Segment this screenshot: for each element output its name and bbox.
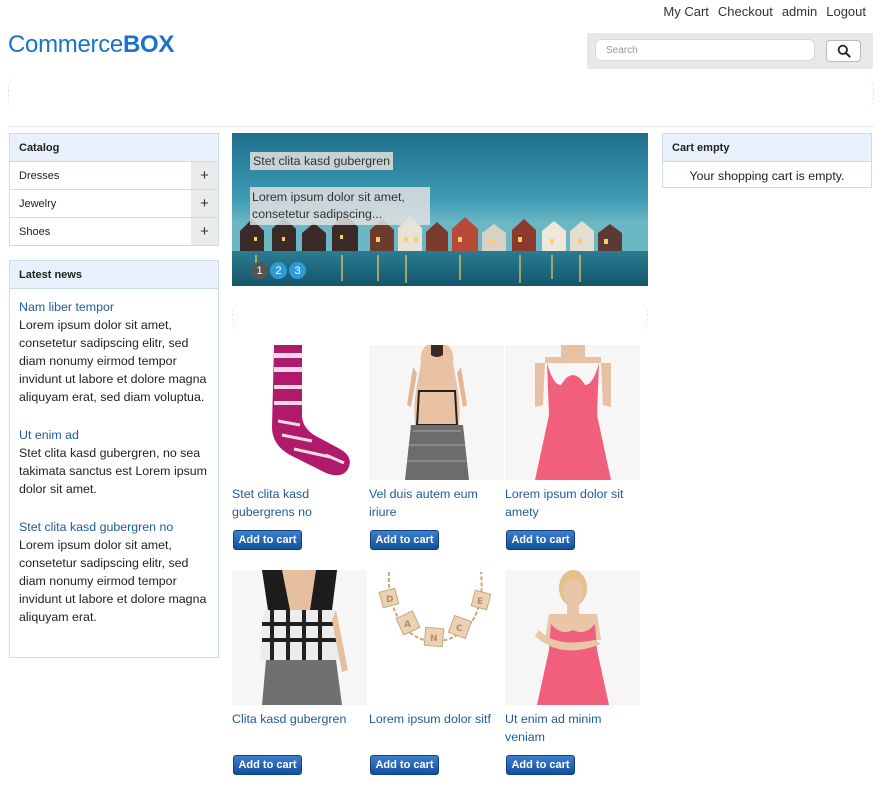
product-image[interactable] [232,570,367,705]
account-link[interactable]: admin [782,4,817,19]
product-image[interactable] [505,345,640,480]
news-list: Nam liber tempor Lorem ipsum dolor sit a… [10,289,218,626]
cart-empty-message: Your shopping cart is empty. [689,169,845,183]
add-to-cart-button[interactable]: Add to cart [370,755,439,775]
product-name[interactable]: Vel duis autem eum iriure [369,485,505,525]
product-image[interactable] [369,344,504,480]
add-to-cart-button[interactable]: Add to cart [506,755,575,775]
product-name[interactable]: Ut enim ad minim veniam [505,710,641,750]
product-card: D A N C E Lorem ipsum dolor sitf Add to cart [369,570,505,775]
news-item-title[interactable]: Nam liber tempor [19,298,209,316]
content-placeholder [232,302,648,332]
news-item-title[interactable]: Stet clita kasd gubergren no [19,518,209,536]
product-card: Lorem ipsum dolor sit amety Add to cart [505,345,641,550]
catalog-box: Catalog Dresses + Jewelry + Shoes + [9,133,219,246]
news-title: Latest news [10,261,218,289]
product-image[interactable]: D A N C E [369,570,504,705]
product-image[interactable] [232,345,367,480]
news-item-title[interactable]: Ut enim ad [19,426,209,444]
svg-text:D: D [386,595,393,605]
slider-caption-text: Lorem ipsum dolor sit amet, consetetur s… [250,187,430,225]
product-card: Clita kasd gubergren Add to cart [232,570,368,775]
logout-link[interactable]: Logout [826,4,866,19]
my-cart-link[interactable]: My Cart [663,4,709,19]
banner-placeholder [8,74,874,112]
cart-title: Cart empty [663,134,871,162]
logo-text-bold: BOX [122,31,175,58]
svg-text:A: A [404,620,411,630]
add-to-cart-button[interactable]: Add to cart [370,530,439,550]
catalog-item-shoes[interactable]: Shoes + [10,218,218,246]
product-card: Ut enim ad minim veniam Add to cart [505,570,641,775]
catalog-title: Catalog [10,134,218,162]
add-to-cart-button[interactable]: Add to cart [506,530,575,550]
news-item-text: Lorem ipsum dolor sit amet, consetetur s… [19,318,207,404]
checkout-link[interactable]: Checkout [718,4,773,19]
expand-icon[interactable]: + [191,190,218,217]
slider-caption-title: Stet clita kasd gubergren [250,152,394,170]
product-card: Stet clita kasd gubergrens no Add to car… [232,345,368,550]
catalog-item-jewelry[interactable]: Jewelry + [10,190,218,218]
slider-pagination: 1 2 3 [251,262,306,279]
top-navigation: My Cart Checkout admin Logout [663,4,866,19]
catalog-list: Dresses + Jewelry + Shoes + [10,162,218,246]
catalog-item-label: Shoes [19,226,51,238]
product-name[interactable]: Stet clita kasd gubergrens no [232,485,368,525]
news-item-text: Stet clita kasd gubergren, no sea takima… [19,446,208,496]
cart-box: Cart empty Your shopping cart is empty. [662,133,872,188]
catalog-item-label: Dresses [19,170,60,182]
add-to-cart-button[interactable]: Add to cart [233,755,302,775]
product-card: Vel duis autem eum iriure Add to cart [369,344,505,550]
add-to-cart-button[interactable]: Add to cart [233,530,302,550]
site-logo[interactable]: CommerceBOX [8,31,174,59]
catalog-item-label: Jewelry [19,198,57,210]
search-button[interactable] [826,40,861,62]
search-bar [587,33,873,69]
slider-page-1[interactable]: 1 [251,262,268,279]
expand-icon[interactable]: + [191,162,218,189]
search-input[interactable] [595,39,815,61]
header-divider [8,126,874,127]
svg-text:C: C [456,624,463,634]
magnifier-icon [837,44,851,58]
slider-page-2[interactable]: 2 [270,262,287,279]
image-slider[interactable]: Stet clita kasd gubergren Lorem ipsum do… [232,133,648,286]
catalog-item-dresses[interactable]: Dresses + [10,162,218,190]
slider-page-3[interactable]: 3 [289,262,306,279]
svg-text:E: E [477,597,483,607]
logo-text-light: Commerce [8,31,123,58]
product-name[interactable]: Lorem ipsum dolor sitf [369,710,505,750]
product-name[interactable]: Clita kasd gubergren [232,710,368,750]
news-item-text: Lorem ipsum dolor sit amet, consetetur s… [19,538,207,624]
latest-news-box: Latest news Nam liber tempor Lorem ipsum… [9,260,219,658]
product-image[interactable] [505,570,640,705]
expand-icon[interactable]: + [191,218,218,245]
product-name[interactable]: Lorem ipsum dolor sit amety [505,485,641,525]
svg-text:N: N [430,634,438,644]
